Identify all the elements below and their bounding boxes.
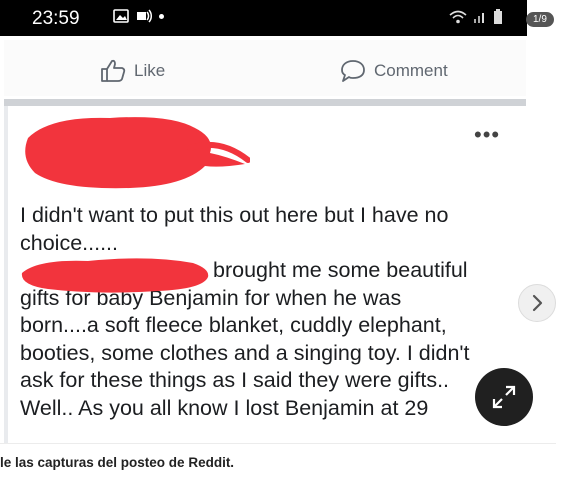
thumbs-up-icon (101, 59, 126, 82)
expand-button[interactable] (475, 368, 533, 426)
signal-icon (474, 13, 484, 23)
redaction-scribble (25, 117, 250, 189)
like-label: Like (134, 61, 166, 80)
comment-label: Comment (374, 61, 448, 80)
battery-icon (494, 9, 502, 24)
status-time: 23:59 (32, 8, 80, 29)
post-body: I didn't want to put this out here but I… (20, 202, 520, 422)
post-left-edge (4, 106, 8, 443)
section-divider (4, 99, 526, 106)
image-bottom-edge (0, 443, 556, 444)
post-line: born....a soft fleece blanket, cuddly el… (20, 313, 447, 337)
like-button[interactable]: Like (100, 59, 165, 83)
screenshot-photo: 23:59 Like Comment ••• I didn't want to … (0, 0, 556, 443)
expand-icon (492, 385, 516, 409)
comment-button[interactable]: Comment (340, 59, 448, 83)
more-icon: ••• (474, 122, 501, 147)
next-image-button[interactable] (518, 284, 556, 322)
comment-icon (341, 60, 365, 82)
post-line: I didn't want to put this out here but I… (20, 203, 449, 227)
notification-dot-icon (159, 13, 164, 19)
image-counter-badge: 1/9 (526, 12, 554, 27)
cast-icon (137, 9, 153, 23)
gallery-icon (113, 9, 129, 23)
status-left-icons (113, 9, 164, 23)
more-options-button[interactable]: ••• (474, 122, 500, 148)
post-line: ask for these things as I said they were… (20, 368, 450, 392)
image-caption: le las capturas del posteo de Reddit. (0, 455, 235, 470)
chevron-right-icon (532, 294, 543, 312)
wifi-icon (449, 10, 467, 24)
post-line: Well.. As you all know I lost Benjamin a… (20, 395, 429, 420)
name-redaction (21, 258, 209, 293)
status-right-icons (449, 9, 503, 25)
status-bar: 23:59 (0, 0, 527, 36)
post-line: booties, some clothes and a singing toy.… (20, 340, 470, 365)
post-line-text: brought me some beautiful (213, 258, 468, 282)
